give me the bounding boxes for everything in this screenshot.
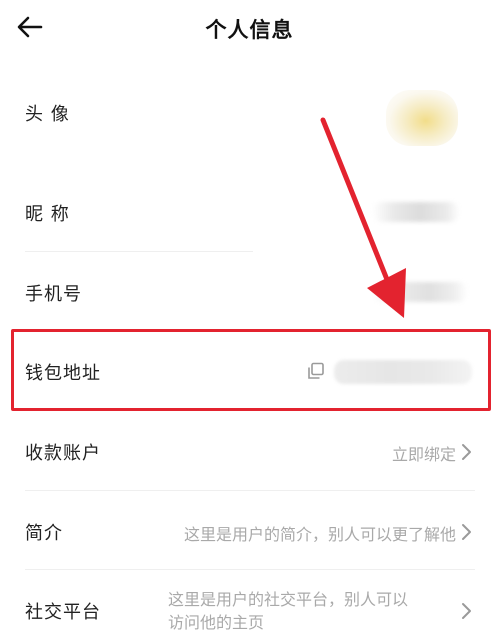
chevron-right-icon [462, 444, 471, 460]
page-title: 个人信息 [205, 18, 294, 42]
payment-account-row[interactable]: 收款账户 立即绑定 [0, 412, 499, 490]
social-platform-label: 社交平台 [25, 602, 101, 623]
divider [25, 251, 253, 252]
bind-now-link[interactable]: 立即绑定 [392, 441, 456, 465]
top-bar: 个人信息 [0, 0, 499, 58]
avatar-label: 头 像 [25, 104, 70, 125]
nickname-row[interactable]: 昵 称 [0, 176, 499, 254]
profile-screen: 个人信息 头 像 昵 称 手机号 钱包地址 收款账户 立即绑定 简介 这里是用户… [0, 0, 499, 644]
chevron-right-icon [462, 603, 471, 619]
chevron-right-icon [462, 524, 471, 540]
nickname-value-blurred [372, 202, 460, 222]
social-platform-value-line2: 访问他的主页 [168, 613, 265, 632]
nickname-label: 昵 称 [25, 204, 70, 225]
bio-row[interactable]: 简介 这里是用户的简介，别人可以更了解他 [0, 491, 499, 569]
bio-value: 这里是用户的简介，别人可以更了解他 [183, 525, 456, 544]
avatar[interactable] [386, 90, 458, 146]
avatar-row[interactable]: 头 像 [0, 58, 499, 176]
social-platform-value-line1: 这里是用户的社交平台，别人可以 [168, 590, 409, 609]
phone-value-blurred [372, 282, 468, 302]
payment-account-label: 收款账户 [25, 443, 101, 464]
phone-row[interactable]: 手机号 [0, 254, 499, 329]
social-platform-row[interactable]: 社交平台 这里是用户的社交平台，别人可以 访问他的主页 [0, 570, 499, 644]
social-platform-value: 这里是用户的社交平台，别人可以 访问他的主页 [168, 588, 408, 634]
phone-label: 手机号 [25, 284, 82, 305]
highlight-frame [11, 329, 491, 411]
bio-label: 简介 [25, 523, 63, 544]
